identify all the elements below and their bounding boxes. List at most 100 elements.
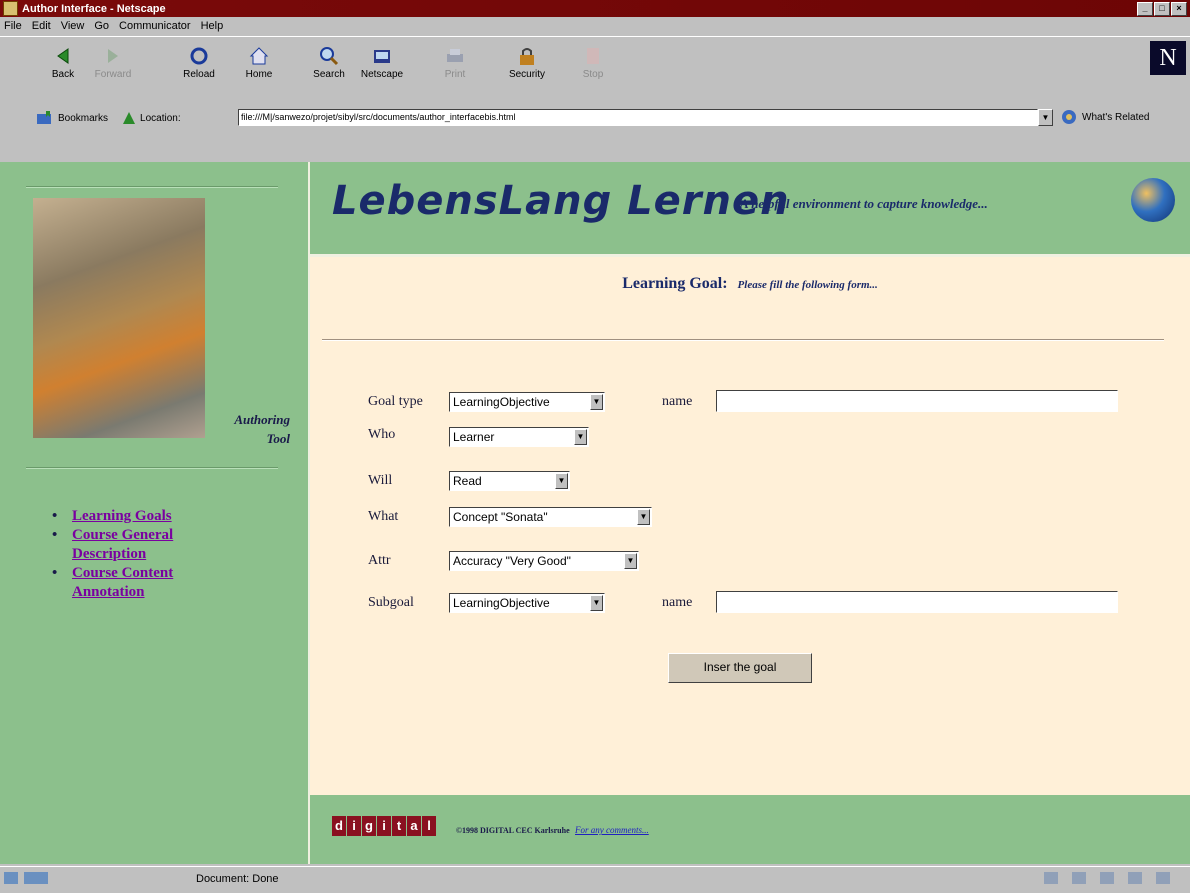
maximize-button[interactable]: □ xyxy=(1154,2,1170,16)
bookmark-icon xyxy=(37,111,51,124)
subgoal-label: Subgoal xyxy=(368,595,414,610)
what-select[interactable]: Concept "Sonata" ▼ xyxy=(449,507,652,527)
netscape-logo[interactable]: N xyxy=(1150,41,1186,75)
goal-type-select[interactable]: LearningObjective ▼ xyxy=(449,392,605,412)
sidebar-divider-bottom xyxy=(26,467,278,469)
navigation-toolbar: Back Forward Reload Home Search Netscape… xyxy=(0,36,1190,105)
print-button[interactable]: Print xyxy=(430,45,480,80)
sidebar-divider-top xyxy=(26,186,278,188)
form-divider xyxy=(322,339,1164,341)
location-label: Location: xyxy=(122,111,181,125)
print-icon xyxy=(444,45,466,67)
sibyl-painting-image xyxy=(33,198,205,438)
globe-icon xyxy=(1131,178,1175,222)
form-heading: Learning Goal: Please fill the following… xyxy=(310,275,1190,293)
will-select[interactable]: Read ▼ xyxy=(449,471,570,491)
related-icon xyxy=(1062,110,1076,124)
course-general-description-link[interactable]: Course General Description xyxy=(72,527,173,562)
learning-goal-title: Learning Goal: xyxy=(622,275,728,292)
discussion-component-icon[interactable] xyxy=(1100,872,1114,884)
menu-edit[interactable]: Edit xyxy=(32,20,51,32)
search-button[interactable]: Search xyxy=(304,45,354,80)
form-instruction: Please fill the following form... xyxy=(737,279,878,291)
sidebar-frame: Authoring Tool Learning Goals Course Gen… xyxy=(0,162,310,864)
mail-component-icon[interactable] xyxy=(1072,872,1086,884)
attr-select[interactable]: Accuracy "Very Good" ▼ xyxy=(449,551,639,571)
form-frame: Learning Goal: Please fill the following… xyxy=(310,257,1190,795)
reload-button[interactable]: Reload xyxy=(174,45,224,80)
close-button[interactable]: × xyxy=(1171,2,1187,16)
insert-goal-button[interactable]: Inser the goal xyxy=(668,653,812,683)
edit-component-icon[interactable] xyxy=(1156,872,1170,884)
back-button[interactable]: Back xyxy=(38,45,88,80)
who-select[interactable]: Learner ▼ xyxy=(449,427,589,447)
netscape-icon xyxy=(371,45,393,67)
comments-link[interactable]: For any comments... xyxy=(575,825,649,835)
bookmarks-button[interactable]: Bookmarks xyxy=(36,111,108,125)
digital-logo: d i g i t a l xyxy=(332,816,436,836)
lock-icon xyxy=(516,45,538,67)
url-input[interactable]: file:///M|/sanwezo/projet/sibyl/src/docu… xyxy=(238,109,1038,126)
menu-file[interactable]: File xyxy=(4,20,22,32)
attr-label: Attr xyxy=(368,553,391,568)
course-content-annotation-link[interactable]: Course Content Annotation xyxy=(72,565,173,600)
chevron-down-icon[interactable]: ▼ xyxy=(574,429,587,445)
home-button[interactable]: Home xyxy=(234,45,284,80)
brand-tagline: A helpful environment to capture knowled… xyxy=(740,196,988,211)
connection-status-icon xyxy=(24,872,48,884)
security-button[interactable]: Security xyxy=(502,45,552,80)
brand-title: LebensLang Lernen xyxy=(332,178,790,224)
search-icon xyxy=(318,45,340,67)
will-label: Will xyxy=(368,473,393,488)
menu-view[interactable]: View xyxy=(61,20,85,32)
stop-icon xyxy=(582,45,604,67)
minimize-button[interactable]: _ xyxy=(1137,2,1153,16)
header-frame: LebensLang Lernen A helpful environment … xyxy=(310,162,1190,257)
sidebar-nav: Learning Goals Course General Descriptio… xyxy=(52,507,232,602)
name-label: name xyxy=(662,394,693,409)
subgoal-name-label: name xyxy=(662,595,693,610)
menu-communicator[interactable]: Communicator xyxy=(119,20,191,32)
sidebar-item-learning-goals: Learning Goals xyxy=(52,507,232,526)
subgoal-select[interactable]: LearningObjective ▼ xyxy=(449,593,605,613)
chevron-down-icon[interactable]: ▼ xyxy=(637,509,650,525)
netscape-app-icon xyxy=(3,1,18,16)
chevron-down-icon[interactable]: ▼ xyxy=(624,553,637,569)
navigator-component-icon[interactable] xyxy=(1044,872,1058,884)
menu-bar: File Edit View Go Communicator Help xyxy=(0,17,1190,35)
footer-frame: d i g i t a l ©1998 DIGITAL CEC Karlsruh… xyxy=(310,798,1190,864)
window-title: Author Interface - Netscape xyxy=(22,2,166,15)
home-icon xyxy=(248,45,270,67)
url-dropdown-button[interactable]: ▼ xyxy=(1038,109,1053,126)
stop-button[interactable]: Stop xyxy=(568,45,618,80)
title-bar: Author Interface - Netscape _ □ × xyxy=(0,0,1190,17)
reload-icon xyxy=(188,45,210,67)
what-label: What xyxy=(368,509,399,524)
back-arrow-icon xyxy=(52,45,74,67)
location-toolbar: Bookmarks Location: file:///M|/sanwezo/p… xyxy=(0,105,1190,131)
forward-arrow-icon xyxy=(102,45,124,67)
netscape-button[interactable]: Netscape xyxy=(357,45,407,80)
forward-button[interactable]: Forward xyxy=(88,45,138,80)
page-content: Authoring Tool Learning Goals Course Gen… xyxy=(0,162,1190,864)
sidebar-item-course-general: Course General Description xyxy=(52,526,232,564)
subgoal-name-input[interactable] xyxy=(716,591,1118,613)
location-icon xyxy=(123,112,136,124)
chevron-down-icon[interactable]: ▼ xyxy=(590,394,603,410)
status-text: Document: Done xyxy=(196,873,279,885)
sidebar-item-course-content: Course Content Annotation xyxy=(52,564,232,602)
whats-related-button[interactable]: What's Related xyxy=(1060,109,1150,125)
menu-go[interactable]: Go xyxy=(94,20,109,32)
copyright-text: ©1998 DIGITAL CEC Karlsruhe xyxy=(456,826,570,835)
menu-help[interactable]: Help xyxy=(201,20,224,32)
security-status-icon[interactable] xyxy=(4,872,18,884)
learning-goals-link[interactable]: Learning Goals xyxy=(72,508,172,524)
chevron-down-icon[interactable]: ▼ xyxy=(555,473,568,489)
composer-component-icon[interactable] xyxy=(1128,872,1142,884)
chevron-down-icon[interactable]: ▼ xyxy=(590,595,603,611)
goal-type-label: Goal type xyxy=(368,394,423,409)
authoring-tool-caption: Authoring Tool xyxy=(234,412,290,446)
goal-name-input[interactable] xyxy=(716,390,1118,412)
status-bar: Document: Done xyxy=(0,866,1190,893)
who-label: Who xyxy=(368,427,396,442)
